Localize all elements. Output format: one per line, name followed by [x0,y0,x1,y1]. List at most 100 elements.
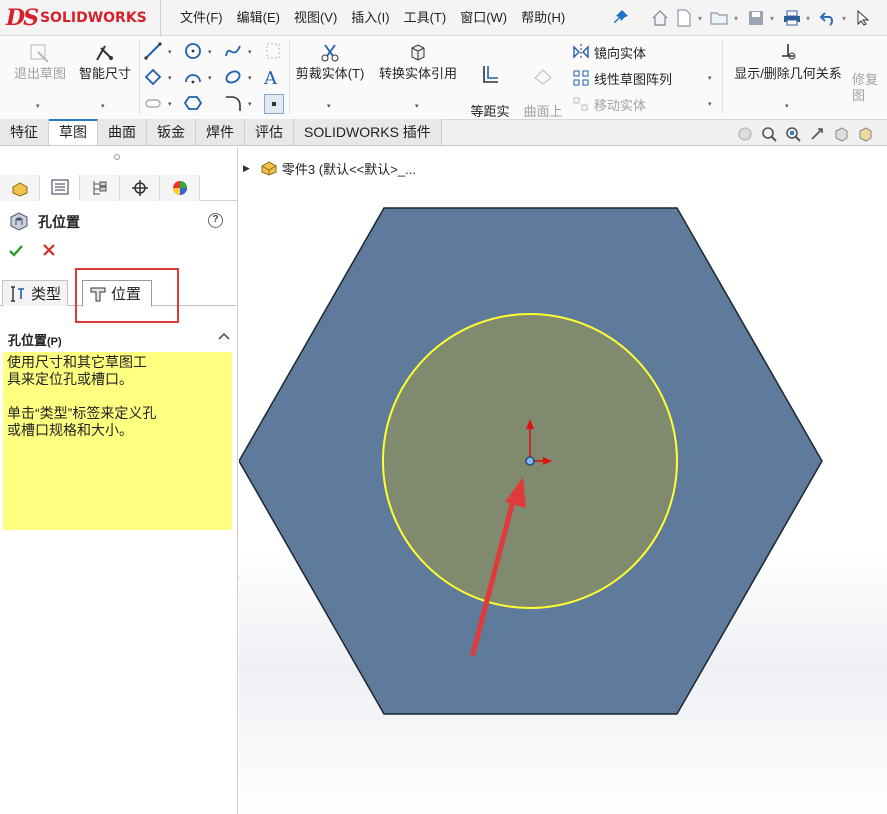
new-dropdown-icon[interactable]: ▾ [698,14,706,23]
slot-dropdown-icon[interactable]: ▾ [168,100,172,108]
polygon-icon[interactable] [184,94,202,115]
section-view-icon[interactable] [832,125,850,143]
display-manager-tab[interactable] [160,175,200,201]
move-entities-icon [573,97,588,111]
print-dropdown-icon[interactable]: ▾ [806,14,814,23]
zoom-to-fit-icon[interactable] [760,125,778,143]
home-icon[interactable] [650,8,670,28]
exit-sketch-label: 退出草图 [13,66,66,81]
zoom-area-icon[interactable] [784,125,802,143]
spline-dropdown-icon[interactable]: ▾ [248,48,252,56]
offset-entities-icon [483,66,498,83]
manager-tabs [0,175,238,201]
line-dropdown-icon[interactable]: ▾ [168,48,172,56]
menu-help[interactable]: 帮助(H) [515,0,571,36]
menu-window[interactable]: 窗口(W) [454,0,513,36]
appearance-sphere-icon[interactable] [736,125,754,143]
property-manager-tab[interactable] [40,175,80,201]
circle-icon[interactable] [184,42,202,63]
hole-type-icon [11,285,24,302]
mirror-entities-button[interactable]: 镜向实体 [572,42,646,62]
arc-dropdown-icon[interactable]: ▾ [208,74,212,82]
previous-view-icon[interactable] [808,125,826,143]
trim-entities-icon [321,44,339,62]
tab-weldments[interactable]: 焊件 [196,119,245,145]
ellipse-dropdown-icon[interactable]: ▾ [248,74,252,82]
trim-dropdown-icon[interactable]: ▾ [327,102,331,110]
view-orientation-icon[interactable] [856,125,874,143]
display-relations-button[interactable]: 显示/删除几何关系 [726,42,850,82]
menu-insert[interactable]: 插入(I) [345,0,395,36]
plane-icon[interactable] [264,42,282,63]
smart-dimension-dropdown-icon[interactable]: ▾ [101,102,105,110]
undo-icon[interactable] [818,8,838,28]
save-icon[interactable] [746,8,766,28]
configuration-manager-tab[interactable] [80,175,120,201]
circle-dropdown-icon[interactable]: ▾ [208,48,212,56]
text-icon[interactable]: A [264,68,277,89]
menu-view[interactable]: 视图(V) [288,0,343,36]
hole-position-group-title: 孔位置(P) [8,330,62,349]
exit-sketch-button[interactable]: 退出草图 [8,42,72,82]
tab-features[interactable]: 特征 [0,119,49,145]
rectangle-icon[interactable] [144,68,162,89]
slot-icon[interactable] [144,94,162,115]
feature-manager-tab[interactable] [0,175,40,201]
color-wheel-icon [172,181,187,195]
quick-access-toolbar: ▾ ▾ ▾ ▾ ▾ [650,4,874,32]
smart-dimension-button[interactable]: 智能尺寸 [74,42,136,82]
fillet-icon[interactable] [224,94,242,115]
tab-addins[interactable]: SOLIDWORKS 插件 [294,119,442,145]
checkmark-icon [9,245,23,257]
open-dropdown-icon[interactable]: ▾ [734,14,742,23]
tab-sketch[interactable]: 草图 [49,119,98,145]
tab-surfaces[interactable]: 曲面 [98,119,147,145]
tab-sheet-metal[interactable]: 钣金 [147,119,196,145]
new-document-icon[interactable] [674,8,694,28]
arc-icon[interactable] [184,68,202,89]
save-dropdown-icon[interactable]: ▾ [770,14,778,23]
solidworks-logo[interactable]: DS SOLIDWORKS [6,5,147,31]
linear-pattern-button[interactable]: 线性草图阵列 [572,68,672,88]
menu-file[interactable]: 文件(F) [174,0,229,36]
move-entities-label: 移动实体 [594,97,647,113]
cancel-x-button[interactable] [42,243,60,261]
fillet-dropdown-icon[interactable]: ▾ [248,100,252,108]
linear-pattern-icon [573,70,589,86]
ellipse-icon[interactable] [224,68,242,89]
ok-checkmark-button[interactable] [8,243,26,261]
convert-entities-button[interactable]: 转换实体引用 [372,42,464,82]
crosshair-target-icon [131,180,148,196]
exit-sketch-dropdown-icon[interactable]: ▾ [36,102,40,110]
menu-tools[interactable]: 工具(T) [398,0,453,36]
menu-edit[interactable]: 编辑(E) [231,0,286,36]
trim-entities-button[interactable]: 剪裁实体(T) [292,42,368,82]
ribbon-separator [722,40,723,114]
pattern-dropdown-icon[interactable]: ▾ [708,74,712,82]
help-icon[interactable]: ? [208,213,223,228]
open-folder-icon[interactable] [710,8,730,28]
chevron-up-icon[interactable] [218,330,230,344]
rectangle-dropdown-icon[interactable]: ▾ [168,74,172,82]
pin-icon[interactable] [612,9,630,27]
point-icon[interactable] [264,94,284,114]
move-entities-button[interactable]: 移动实体 [572,94,646,114]
print-icon[interactable] [782,8,802,28]
subtab-type[interactable]: 类型 [2,280,69,306]
tab-evaluate[interactable]: 评估 [245,119,294,145]
convert-dropdown-icon[interactable]: ▾ [415,102,419,110]
relations-dropdown-icon[interactable]: ▾ [785,102,789,110]
convert-entities-icon [411,44,425,61]
trim-entities-label: 剪裁实体(T) [295,66,365,81]
command-manager-ribbon: 退出草图 ▾ 智能尺寸 ▾ ▾ ▾ ▾ ▾ ▾ ▾ A ▾ ▾ 剪裁实体(T) … [0,36,887,135]
panel-splitter-handle[interactable] [114,154,120,160]
repair-sketch-button[interactable]: 修复 图 [852,56,886,104]
move-dropdown-icon[interactable]: ▾ [708,100,712,108]
undo-dropdown-icon[interactable]: ▾ [842,14,850,23]
line-icon[interactable] [144,42,162,63]
spline-icon[interactable] [224,42,242,63]
group-title-shortcut: (P) [47,336,62,348]
display-relations-icon [782,44,796,60]
select-arrow-icon[interactable] [854,8,874,28]
dimxpert-manager-tab[interactable] [120,175,160,201]
